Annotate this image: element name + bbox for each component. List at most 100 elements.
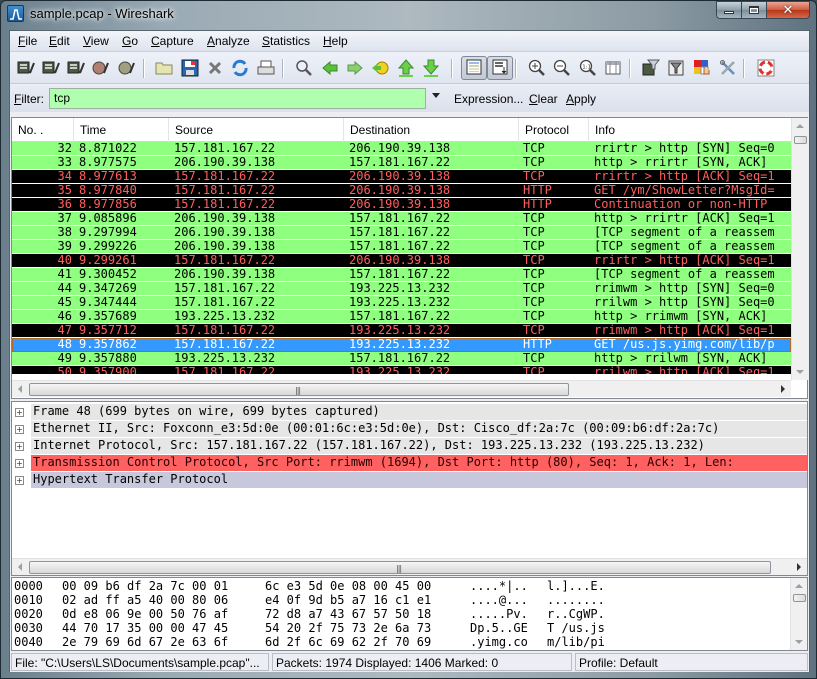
- go-forward-button[interactable]: [345, 58, 365, 78]
- column-header-source[interactable]: Source: [169, 118, 344, 142]
- ascii-bytes[interactable]: ....@...: [470, 593, 528, 607]
- hex-offset[interactable]: 0000: [14, 579, 43, 593]
- hex-bytes[interactable]: 0d e8 06 9e 00 50 76 af: [62, 607, 228, 621]
- menu-edit[interactable]: Edit: [49, 34, 70, 48]
- packet-row[interactable]: 38 9.297994 206.190.39.138 157.181.167.22 TC…: [12, 226, 791, 240]
- scroll-down-arrow-icon[interactable]: [795, 640, 803, 644]
- packet-row[interactable]: 37 9.085896 206.190.39.138 157.181.167.22 TC…: [12, 212, 791, 226]
- restart-capture-button[interactable]: [116, 58, 136, 78]
- scrollbar-thumb[interactable]: |||: [29, 561, 771, 574]
- ascii-bytes[interactable]: ci/14_6/: [547, 649, 605, 650]
- expand-icon[interactable]: +: [15, 459, 24, 468]
- hex-bytes[interactable]: 2e 79 69 6d 67 2e 63 6f: [62, 635, 228, 649]
- packet-row[interactable]: 40 9.299261 157.181.167.22 206.190.39.138 TC…: [12, 254, 791, 268]
- packet-row[interactable]: 32 8.871022 157.181.167.22 206.190.39.138 TC…: [12, 142, 791, 156]
- go-first-button[interactable]: [396, 58, 416, 78]
- detail-tree-item[interactable]: + Ethernet II, Src: Foxconn_e3:5d:0e (00:…: [12, 421, 807, 437]
- packet-row[interactable]: 41 9.300452 206.190.39.138 157.181.167.22 TC…: [12, 268, 791, 282]
- hex-offset[interactable]: 0050: [14, 649, 43, 650]
- scroll-left-arrow-icon[interactable]: [18, 385, 22, 393]
- packet-row[interactable]: 46 9.357689 193.225.13.232 157.181.167.22 TC…: [12, 310, 791, 324]
- menu-view[interactable]: View: [83, 34, 109, 48]
- expand-icon[interactable]: +: [15, 425, 24, 434]
- ascii-bytes[interactable]: m/lib/pi: [547, 635, 605, 649]
- interface-list-button[interactable]: [16, 58, 36, 78]
- colorize-button[interactable]: [461, 56, 487, 80]
- packet-row[interactable]: 49 9.357880 193.225.13.232 157.181.167.22 TC…: [12, 352, 791, 366]
- details-horizontal-scrollbar[interactable]: |||: [12, 558, 807, 575]
- ascii-bytes[interactable]: Dp.5..GE: [470, 621, 528, 635]
- go-to-packet-button[interactable]: [370, 58, 390, 78]
- detail-tree-item[interactable]: + Frame 48 (699 bytes on wire, 699 bytes …: [12, 404, 807, 420]
- hex-bytes[interactable]: 6c e3 5d 0e 08 00 45 00: [265, 579, 431, 593]
- column-header-no[interactable]: No. .: [12, 118, 74, 142]
- packet-list-vertical-scrollbar[interactable]: [791, 118, 808, 380]
- column-header-info[interactable]: Info: [589, 118, 791, 142]
- packet-row-selected[interactable]: 48 9.357862 157.181.167.22 193.225.13.232 HT…: [12, 338, 791, 352]
- packet-list-horizontal-scrollbar[interactable]: |||: [12, 380, 791, 397]
- title-bar[interactable]: sample.pcap - Wireshark ✕: [1, 1, 816, 29]
- zoom-out-button[interactable]: [552, 58, 572, 78]
- close-button[interactable]: ✕: [767, 1, 810, 19]
- scroll-down-arrow-icon[interactable]: [796, 370, 804, 374]
- packet-row[interactable]: 47 9.357712 157.181.167.22 193.225.13.232 TC…: [12, 324, 791, 338]
- menu-analyze[interactable]: Analyze: [207, 34, 250, 48]
- column-header-protocol[interactable]: Protocol: [519, 118, 589, 142]
- scrollbar-thumb[interactable]: [793, 594, 806, 602]
- clear-button[interactable]: Clear: [529, 92, 558, 106]
- detail-tree-item[interactable]: + Transmission Control Protocol, Src Port…: [12, 455, 807, 471]
- expand-icon[interactable]: +: [15, 408, 24, 417]
- display-filters-button[interactable]: [666, 58, 686, 78]
- filter-input[interactable]: tcp: [49, 88, 426, 109]
- packet-row[interactable]: 44 9.347269 157.181.167.22 193.225.13.232 TC…: [12, 282, 791, 296]
- minimize-button[interactable]: [716, 1, 742, 19]
- column-header-destination[interactable]: Destination: [344, 118, 519, 142]
- ascii-bytes[interactable]: ........: [547, 593, 605, 607]
- zoom-normal-button[interactable]: 1:1: [578, 58, 598, 78]
- detail-tree-item[interactable]: + Hypertext Transfer Protocol: [12, 472, 807, 488]
- menu-file[interactable]: File: [18, 34, 37, 48]
- ascii-bytes[interactable]: T /us.js: [547, 621, 605, 635]
- hex-bytes[interactable]: 72 d8 a7 43 67 57 50 18: [265, 607, 431, 621]
- stop-capture-button[interactable]: [90, 58, 110, 78]
- hex-bytes[interactable]: 02 ad ff a5 40 00 80 06: [62, 593, 228, 607]
- ascii-bytes[interactable]: l.]...E.: [547, 579, 605, 593]
- scroll-left-arrow-icon[interactable]: [18, 563, 22, 571]
- status-profile[interactable]: Profile: Default: [575, 653, 808, 671]
- close-file-button[interactable]: [205, 58, 225, 78]
- column-header-time[interactable]: Time: [74, 118, 169, 142]
- start-capture-button[interactable]: [66, 58, 86, 78]
- expression-button[interactable]: Expression...: [454, 92, 523, 106]
- scrollbar-thumb[interactable]: [794, 136, 807, 144]
- packet-row[interactable]: 36 8.977856 157.181.167.22 206.190.39.138 HT…: [12, 198, 791, 212]
- hex-bytes[interactable]: e4 0f 9d b5 a7 16 c1 e1: [265, 593, 431, 607]
- ascii-bytes[interactable]: .yimg.co: [470, 635, 528, 649]
- find-packet-button[interactable]: [294, 58, 314, 78]
- menu-statistics[interactable]: Statistics: [262, 34, 310, 48]
- zoom-in-button[interactable]: [527, 58, 547, 78]
- go-last-button[interactable]: [421, 58, 441, 78]
- hex-bytes[interactable]: 44 70 17 35 00 00 47 45: [62, 621, 228, 635]
- capture-filters-button[interactable]: [641, 58, 661, 78]
- help-button[interactable]: [756, 58, 776, 78]
- bytes-vertical-scrollbar[interactable]: [790, 578, 807, 650]
- hex-bytes[interactable]: 6d 2f 72 2f 6d 65 64 69: [62, 649, 228, 650]
- ascii-bytes[interactable]: .....Pv.: [470, 607, 528, 621]
- capture-options-button[interactable]: [41, 58, 61, 78]
- hex-offset[interactable]: 0040: [14, 635, 43, 649]
- ascii-bytes[interactable]: ....*|..: [470, 579, 528, 593]
- packet-row[interactable]: 39 9.299226 206.190.39.138 157.181.167.22 TC…: [12, 240, 791, 254]
- filter-dropdown-icon[interactable]: [432, 93, 440, 98]
- ascii-bytes[interactable]: m/r/medi: [470, 649, 528, 650]
- packet-row[interactable]: 45 9.347444 157.181.167.22 193.225.13.232 TC…: [12, 296, 791, 310]
- hex-bytes[interactable]: 63 69 2f 31 34 5f 36 2f: [265, 649, 431, 650]
- scroll-right-arrow-icon[interactable]: [781, 385, 785, 393]
- hex-bytes[interactable]: 00 09 b6 df 2a 7c 00 01: [62, 579, 228, 593]
- hex-offset[interactable]: 0030: [14, 621, 43, 635]
- expand-icon[interactable]: +: [15, 442, 24, 451]
- hex-offset[interactable]: 0020: [14, 607, 43, 621]
- reload-button[interactable]: [230, 58, 250, 78]
- go-back-button[interactable]: [320, 58, 340, 78]
- auto-scroll-button[interactable]: [487, 56, 513, 80]
- open-file-button[interactable]: [154, 58, 174, 78]
